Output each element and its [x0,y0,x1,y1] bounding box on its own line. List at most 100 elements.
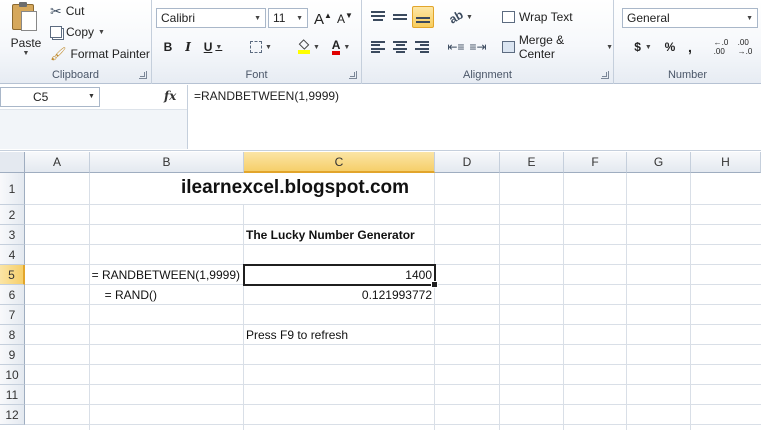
increase-decimal-icon: ←.0.00 [713,38,729,56]
font-color-button[interactable]: A ▼ [326,38,356,56]
column-header-a[interactable]: A [25,152,90,173]
center-button[interactable] [390,38,410,56]
font-name-value: Calibri [161,11,196,25]
cell-b5-label[interactable]: = RANDBETWEEN(1,9999) [26,265,240,285]
row-header-5[interactable]: 5 [0,265,25,285]
name-box-dropdown-icon[interactable]: ▼ [88,93,95,100]
font-group: Calibri ▼ 11 ▼ A ▲ A ▼ B I U ▼ ▼ ▼ A ▼ F… [152,0,362,84]
copy-button[interactable]: Copy ▼ [50,23,105,41]
alignment-group-label: Alignment [463,69,512,81]
column-header-h[interactable]: H [691,152,761,173]
shrink-font-button[interactable]: A ▼ [336,10,354,28]
bold-button[interactable]: B [160,38,176,56]
clipboard-group: Paste ▼ ✂ Cut Copy ▼ 🖌 Format Painter Cl… [0,0,152,84]
row-header-12[interactable]: 12 [0,405,25,425]
increase-indent-button[interactable]: ≡⇥ [468,38,488,56]
grow-font-button[interactable]: A ▲ [314,10,332,28]
underline-button[interactable]: U ▼ [200,38,226,56]
decrease-decimal-button[interactable]: .00 →.0 [734,36,756,58]
decrease-indent-button[interactable]: ⇤≡ [446,38,466,56]
ribbon: Paste ▼ ✂ Cut Copy ▼ 🖌 Format Painter Cl… [0,0,761,84]
percent-icon: % [664,40,676,54]
align-middle-button[interactable] [390,8,410,26]
row-header-3[interactable]: 3 [0,225,25,245]
cell-c8-note[interactable]: Press F9 to refresh [246,325,348,345]
column-header-e[interactable]: E [500,152,564,173]
cut-label: Cut [65,4,85,18]
number-format-value: General [627,11,670,25]
scissors-icon: ✂ [50,2,62,19]
row-header-6[interactable]: 6 [0,285,25,305]
align-middle-icon [393,11,407,23]
wrap-text-icon [502,11,515,23]
cut-button[interactable]: ✂ Cut [50,2,84,20]
align-top-icon [371,11,385,23]
increase-indent-icon: ≡⇥ [469,40,487,54]
cell-b6-label[interactable]: = RAND() [26,285,157,305]
number-format-box[interactable]: General ▼ [622,8,758,28]
decrease-indent-icon: ⇤≡ [447,40,465,54]
paste-dropdown-icon[interactable]: ▼ [23,50,30,57]
cell-title[interactable]: ilearnexcel.blogspot.com [90,178,500,200]
wrap-text-button[interactable]: Wrap Text [502,8,573,26]
align-right-button[interactable] [412,38,432,56]
orientation-button[interactable]: ab ▼ [446,7,476,27]
merge-center-icon [502,41,515,53]
align-left-button[interactable] [368,38,388,56]
font-name-dropdown-icon[interactable]: ▼ [254,15,261,22]
underline-icon: U [203,40,213,54]
column-header-b[interactable]: B [90,152,244,173]
number-format-dropdown-icon[interactable]: ▼ [746,15,753,22]
format-painter-button[interactable]: 🖌 Format Painter [50,45,150,63]
insert-function-icon[interactable]: fx [164,89,176,103]
column-header-c[interactable]: C [244,152,435,173]
alignment-launcher-icon[interactable] [601,71,609,79]
align-top-button[interactable] [368,8,388,26]
row-header-8[interactable]: 8 [0,325,25,345]
merge-center-button[interactable]: Merge & Center ▼ [502,33,613,61]
percent-button[interactable]: % [662,38,678,56]
alignment-group: ab ▼ Wrap Text ⇤≡ ≡⇥ Merge & Center ▼ Ali… [362,0,614,84]
select-all-corner[interactable] [0,152,25,173]
font-name-box[interactable]: Calibri ▼ [156,8,266,28]
paintbrush-icon: 🖌 [50,46,67,61]
comma-button[interactable]: , [682,38,698,56]
worksheet-grid[interactable]: A B C D E F G H 1 2 3 4 5 6 7 8 9 10 11 … [0,152,761,430]
merge-center-label: Merge & Center [518,33,565,61]
paste-icon [12,2,40,34]
merge-center-dropdown-icon[interactable]: ▼ [606,44,613,51]
row-header-10[interactable]: 10 [0,365,25,385]
formula-bar-spacer [0,109,187,149]
fill-color-button[interactable]: ▼ [294,38,324,56]
row-header-11[interactable]: 11 [0,385,25,405]
borders-button[interactable]: ▼ [246,38,276,56]
column-header-g[interactable]: G [627,152,691,173]
align-bottom-button[interactable] [412,6,434,28]
cell-c6-value[interactable]: 0.121993772 [246,285,432,305]
font-size-dropdown-icon[interactable]: ▼ [296,15,303,22]
orientation-icon: ab [446,7,466,27]
cell-c3-heading[interactable]: The Lucky Number Generator [246,225,415,245]
font-launcher-icon[interactable] [349,71,357,79]
paste-button[interactable]: Paste ▼ [8,2,44,58]
currency-button[interactable]: $ ▼ [628,38,658,56]
column-header-f[interactable]: F [564,152,627,173]
clipboard-launcher-icon[interactable] [139,71,147,79]
shrink-font-icon: A [337,12,346,26]
font-size-box[interactable]: 11 ▼ [268,8,308,28]
formula-input[interactable]: =RANDBETWEEN(1,9999) [187,85,761,149]
row-header-1[interactable]: 1 [0,173,25,205]
row-header-9[interactable]: 9 [0,345,25,365]
active-cell-selection[interactable] [243,264,438,288]
italic-icon: I [185,40,191,54]
font-size-value: 11 [273,11,286,25]
row-header-2[interactable]: 2 [0,205,25,225]
row-header-7[interactable]: 7 [0,305,25,325]
name-box[interactable]: C5 [0,87,100,107]
column-header-d[interactable]: D [435,152,500,173]
increase-decimal-button[interactable]: ←.0.00 [710,36,732,58]
align-bottom-icon [416,11,430,23]
copy-dropdown-icon[interactable]: ▼ [98,29,105,36]
row-header-4[interactable]: 4 [0,245,25,265]
italic-button[interactable]: I [180,38,196,56]
